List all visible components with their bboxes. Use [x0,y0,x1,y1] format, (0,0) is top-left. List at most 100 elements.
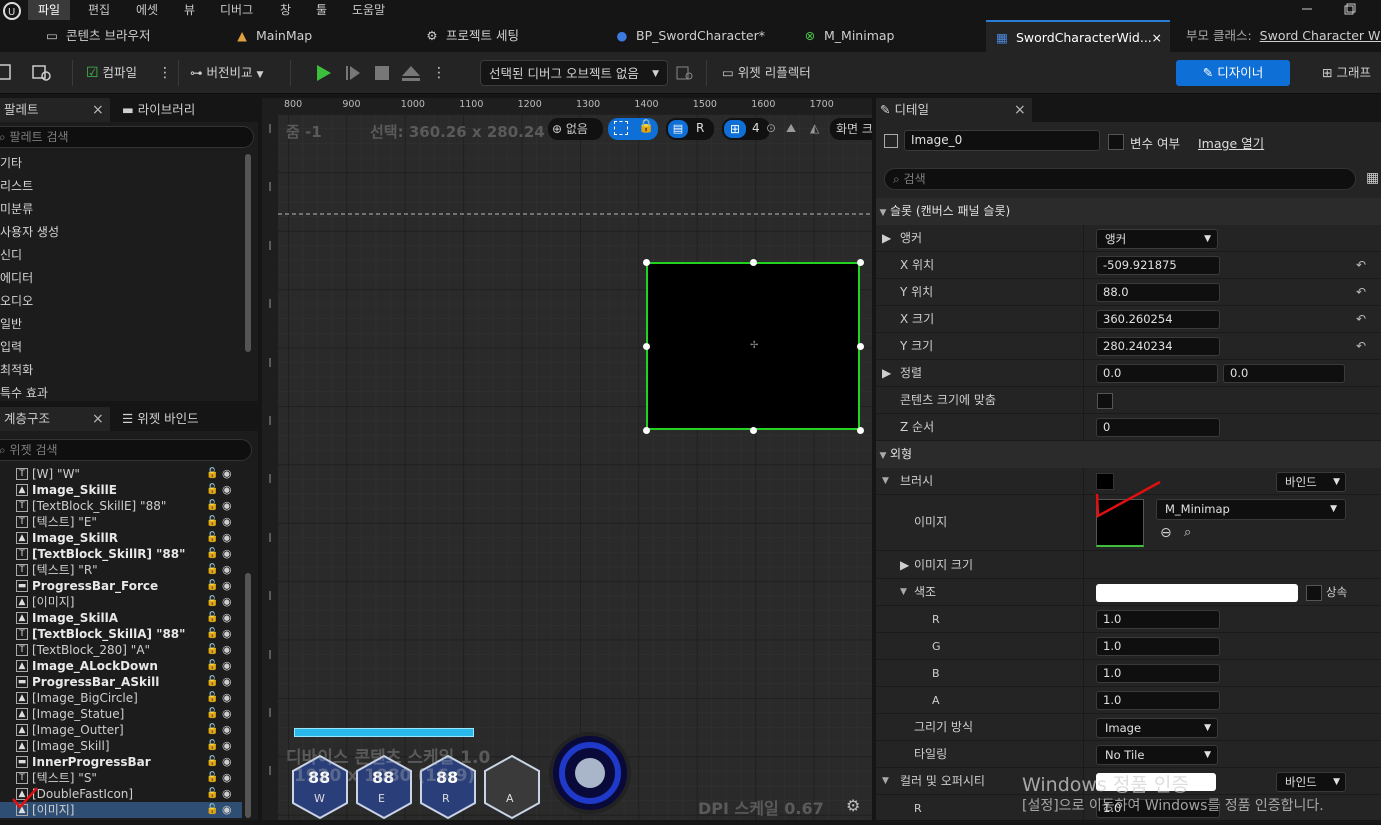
reset-arrow-icon[interactable]: ↶ [1356,258,1366,272]
lock-icon[interactable]: 🔒 [638,119,654,134]
visibility-eye-icon[interactable]: ◉ [222,530,232,546]
tab-bp-swordcharacter[interactable]: ● BP_SwordCharacter* [614,20,794,52]
image-asset-dropdown[interactable]: M_Minimap ▼ [1156,499,1346,520]
alignment-x-input[interactable]: 0.0 [1096,364,1218,383]
minimize-icon[interactable] [1300,2,1314,16]
reset-arrow-icon[interactable]: ↶ [1356,339,1366,353]
palette-category-item[interactable]: 특수 효과 [0,382,240,405]
lock-toggle-icon[interactable]: 🔓 [206,546,218,562]
play-options-icon[interactable]: ⋮ [432,60,446,86]
lock-toggle-icon[interactable]: 🔓 [206,786,218,802]
widget-reflector-button[interactable]: ▭ 위젯 리플렉터 [722,60,811,86]
widget-tree-row[interactable]: ▲ [Image_Outter] 🔓 ◉ [0,722,242,738]
marquee-icon[interactable] [614,121,628,135]
widget-tree-row[interactable]: T [TextBlock_SkillR] "88" 🔓 ◉ [0,546,242,562]
visibility-eye-icon[interactable]: ◉ [222,754,232,770]
visibility-eye-icon[interactable]: ◉ [222,626,232,642]
screen-size-button[interactable]: 화면 크 [830,118,872,140]
lock-toggle-icon[interactable]: 🔓 [206,610,218,626]
menu-tools[interactable]: 툴 [306,0,337,20]
collapse-arrow-icon[interactable]: ▼ [900,579,907,606]
collapse-arrow-icon[interactable]: ▼ [882,768,889,795]
widget-tree-row[interactable]: ▲ Image_SkillA 🔓 ◉ [0,610,242,626]
grid-icon[interactable]: ⊞ [724,120,746,138]
respect-locks-button[interactable]: R [696,121,704,135]
inherit-checkbox[interactable] [1306,585,1322,601]
play-icon[interactable] [314,64,334,82]
resize-handle[interactable] [857,343,864,350]
visibility-eye-icon[interactable]: ◉ [222,706,232,722]
palette-category-item[interactable]: 최적화 [0,359,240,382]
layout-icon[interactable]: ◭ [810,121,819,135]
visibility-eye-icon[interactable]: ◉ [222,690,232,706]
widget-tree-row[interactable]: ▬ InnerProgressBar 🔓 ◉ [0,754,242,770]
widget-tree-row[interactable]: ▲ Image_SkillR 🔓 ◉ [0,530,242,546]
graph-mode-button[interactable]: ⊞ 그래프 [1322,60,1371,86]
visibility-eye-icon[interactable]: ◉ [222,594,232,610]
expand-arrow-icon[interactable]: ▶ [882,360,891,387]
widget-tree-row[interactable]: T [W] "W" 🔓 ◉ [0,466,242,482]
lock-toggle-icon[interactable]: 🔓 [206,626,218,642]
lock-toggle-icon[interactable]: 🔓 [206,770,218,786]
hierarchy-close-button[interactable]: × [92,407,104,431]
expand-arrow-icon[interactable]: ▶ [882,225,891,252]
property-matrix-icon[interactable]: ▦ [1366,170,1379,186]
tint-color-swatch[interactable] [1096,584,1298,602]
designer-canvas[interactable]: 800 900 1000 1100 1200 1300 1400 1500 1600 1700 |… [262,98,872,820]
palette-search-input[interactable]: ⌕ 팔레트 검색 [0,126,254,148]
size-y-input[interactable]: 280.240234 [1096,337,1220,356]
lock-toggle-icon[interactable]: 🔓 [206,674,218,690]
draw-as-dropdown[interactable]: Image ▼ [1096,718,1218,738]
widget-tree-row[interactable]: ▲ [Image_BigCircle] 🔓 ◉ [0,690,242,706]
appearance-section-header[interactable]: ▼ 외형 [876,441,1381,468]
widget-tree-row[interactable]: ▲ Image_ALockDown 🔓 ◉ [0,658,242,674]
anchor-dropdown[interactable]: 앵커 ▼ [1096,229,1218,249]
browse-asset-icon[interactable]: ⌕ [1184,525,1191,540]
background-icon[interactable]: ⛰ [786,121,796,136]
widget-tree-row[interactable]: ▲ [Image_Skill] 🔓 ◉ [0,738,242,754]
widget-tree-row[interactable]: ▬ ProgressBar_Force 🔓 ◉ [0,578,242,594]
lock-toggle-icon[interactable]: 🔓 [206,578,218,594]
details-close-button[interactable]: × [1014,98,1026,122]
save-icon[interactable] [0,64,12,80]
tiling-dropdown[interactable]: No Tile ▼ [1096,745,1218,765]
tab-mainmap[interactable]: ▲ MainMap [234,20,404,52]
widget-tree-row[interactable]: ▲ Image_SkillE 🔓 ◉ [0,482,242,498]
snap-icon[interactable]: ▤ [668,120,688,138]
details-search-input[interactable]: ⌕ 검색 [884,168,1356,190]
brush-bind-dropdown[interactable]: 바인드 ▼ [1276,472,1346,492]
visibility-eye-icon[interactable]: ◉ [222,498,232,514]
widget-tree-row[interactable]: ▲ [Image_Statue] 🔓 ◉ [0,706,242,722]
tint-g-input[interactable]: 1.0 [1096,637,1220,656]
tab-swordcharacterwidget[interactable]: ▦ SwordCharacterWid... × [986,20,1170,52]
resize-handle[interactable] [643,259,650,266]
compile-button[interactable]: ☑ 컴파일 [86,60,137,86]
lock-toggle-icon[interactable]: 🔓 [206,482,218,498]
visibility-eye-icon[interactable]: ◉ [222,546,232,562]
compile-options-icon[interactable]: ⋮ [158,60,172,86]
zoom-fit-icon[interactable]: ⊙ [766,121,776,135]
palette-category-item[interactable]: 일반 [0,313,240,336]
lock-toggle-icon[interactable]: 🔓 [206,706,218,722]
palette-scrollbar[interactable] [245,154,251,352]
resize-handle[interactable] [750,259,757,266]
widget-tree-row[interactable]: T [텍스트] "E" 🔓 ◉ [0,514,242,530]
position-x-input[interactable]: -509.921875 [1096,256,1220,275]
widget-tree-row[interactable]: T [텍스트] "R" 🔓 ◉ [0,562,242,578]
resize-handle[interactable] [643,427,650,434]
palette-category-item[interactable]: 에디터 [0,267,240,290]
tab-project-settings[interactable]: ⚙ 프로젝트 세팅 [424,20,594,52]
palette-category-item[interactable]: 신디 [0,244,240,267]
menu-file[interactable]: 파일 [28,0,71,20]
visibility-eye-icon[interactable]: ◉ [222,642,232,658]
lock-toggle-icon[interactable]: 🔓 [206,722,218,738]
slot-section-header[interactable]: ▼ 슬롯 (캔버스 패널 슬롯) [876,198,1381,225]
lock-toggle-icon[interactable]: 🔓 [206,498,218,514]
debug-object-dropdown[interactable]: 선택된 디버그 오브젝트 없음 ▼ [480,60,668,86]
lock-toggle-icon[interactable]: 🔓 [206,642,218,658]
visibility-eye-icon[interactable]: ◉ [222,674,232,690]
visibility-eye-icon[interactable]: ◉ [222,802,232,818]
lock-toggle-icon[interactable]: 🔓 [206,594,218,610]
visibility-eye-icon[interactable]: ◉ [222,770,232,786]
widget-tree-row[interactable]: T [TextBlock_SkillA] "88" 🔓 ◉ [0,626,242,642]
